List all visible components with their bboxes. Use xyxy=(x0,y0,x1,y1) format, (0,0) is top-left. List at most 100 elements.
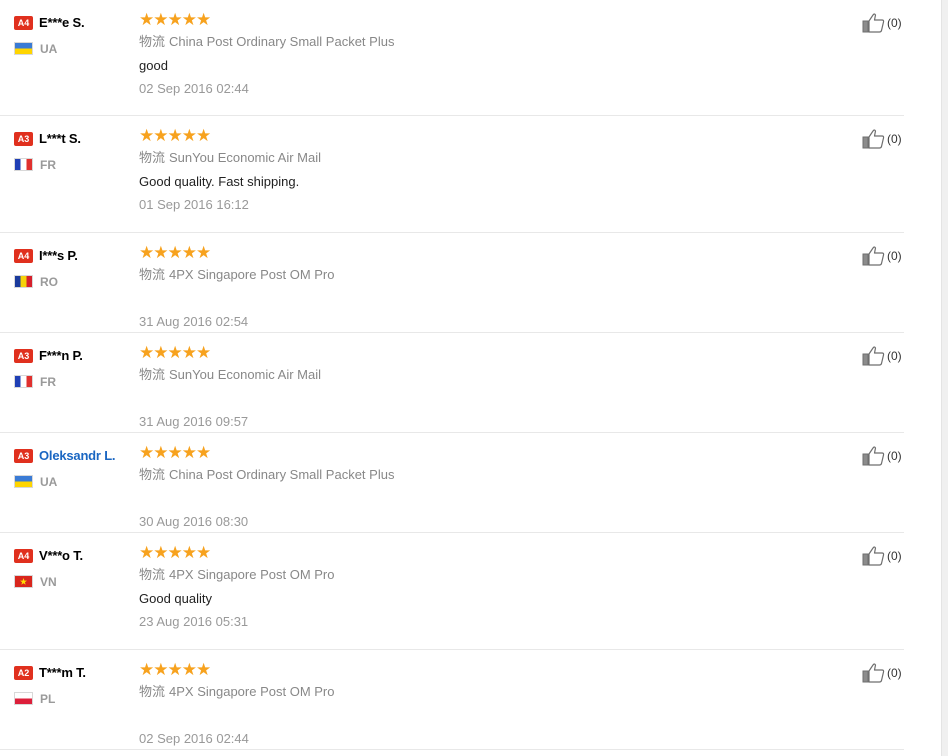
star-icon: ★ xyxy=(181,343,197,363)
thumbs-up-icon[interactable] xyxy=(862,345,886,367)
review-item: A4 I***s P. RO ★★★★★ 物流 4PX Singapore Post… xyxy=(0,233,904,333)
feedback-list: A4 E***e S. UA ★★★★★ 物流 China Post Ordinar… xyxy=(0,0,948,756)
review-item: A3 Oleksandr L. UA ★★★★★ 物流 China Post Ord… xyxy=(0,433,904,533)
country-code: RO xyxy=(40,274,58,289)
review-comment: Good quality xyxy=(139,591,212,606)
logistics-label: 物流 xyxy=(139,267,166,282)
review-content: ★★★★★ 物流 China Post Ordinary Small Packet… xyxy=(139,11,739,97)
star-icon: ★ xyxy=(196,443,212,463)
review-date: 31 Aug 2016 02:54 xyxy=(139,314,249,329)
star-icon: ★ xyxy=(181,243,197,263)
logistics-info: 物流 SunYou Economic Air Mail xyxy=(139,150,739,166)
helpful-count: (0) xyxy=(887,666,902,680)
helpful-button[interactable]: (0) xyxy=(862,128,902,150)
star-icon: ★ xyxy=(181,543,197,563)
buyer-name: I***s P. xyxy=(39,248,78,264)
buyer-info: A3 L***t S. FR xyxy=(14,130,134,172)
review-item: A4 E***e S. UA ★★★★★ 物流 China Post Ordinar… xyxy=(0,0,904,116)
logistics-method: SunYou Economic Air Mail xyxy=(169,150,322,165)
country-code: FR xyxy=(40,157,56,172)
star-icon: ★ xyxy=(139,243,155,263)
thumbs-up-icon[interactable] xyxy=(862,662,886,684)
helpful-count: (0) xyxy=(887,449,902,463)
review-content: ★★★★★ 物流 SunYou Economic Air Mail Good qu… xyxy=(139,127,739,213)
buyer-name[interactable]: Oleksandr L. xyxy=(39,448,116,463)
review-content: ★★★★★ 物流 SunYou Economic Air Mail 31 Aug … xyxy=(139,344,739,430)
star-icon: ★ xyxy=(139,343,155,363)
logistics-method: 4PX Singapore Post OM Pro xyxy=(169,267,335,282)
review-date: 31 Aug 2016 09:57 xyxy=(139,414,249,429)
country-code: UA xyxy=(40,474,58,489)
star-rating: ★★★★★ xyxy=(139,544,739,562)
logistics-method: 4PX Singapore Post OM Pro xyxy=(169,567,335,582)
logistics-info: 物流 4PX Singapore Post OM Pro xyxy=(139,267,739,283)
country-code: UA xyxy=(40,41,58,56)
buyer-level-badge: A4 xyxy=(14,15,33,30)
star-icon: ★ xyxy=(181,126,197,146)
review-item: A3 F***n P. FR ★★★★★ 物流 SunYou Economic Ai… xyxy=(0,333,904,433)
star-icon: ★ xyxy=(196,543,212,563)
flag-ua-icon xyxy=(14,475,33,489)
star-icon: ★ xyxy=(167,243,183,263)
buyer-level-badge: A4 xyxy=(14,548,33,563)
star-icon: ★ xyxy=(153,660,169,680)
flag-ro-icon xyxy=(14,275,33,289)
buyer-name: V***o T. xyxy=(39,548,83,564)
logistics-method: China Post Ordinary Small Packet Plus xyxy=(169,467,395,482)
star-rating: ★★★★★ xyxy=(139,661,739,679)
star-icon: ★ xyxy=(196,10,212,30)
flag-fr-icon xyxy=(14,375,33,389)
helpful-button[interactable]: (0) xyxy=(862,245,902,267)
helpful-button[interactable]: (0) xyxy=(862,545,902,567)
logistics-info: 物流 4PX Singapore Post OM Pro xyxy=(139,567,739,583)
logistics-label: 物流 xyxy=(139,367,166,382)
helpful-count: (0) xyxy=(887,349,902,363)
helpful-count: (0) xyxy=(887,132,902,146)
logistics-label: 物流 xyxy=(139,567,166,582)
star-rating: ★★★★★ xyxy=(139,11,739,29)
star-icon: ★ xyxy=(139,126,155,146)
helpful-button[interactable]: (0) xyxy=(862,345,902,367)
logistics-method: SunYou Economic Air Mail xyxy=(169,367,322,382)
star-rating: ★★★★★ xyxy=(139,444,739,462)
thumbs-up-icon[interactable] xyxy=(862,245,886,267)
star-rating: ★★★★★ xyxy=(139,244,739,262)
buyer-info: A4 I***s P. RO xyxy=(14,247,134,289)
buyer-name: T***m T. xyxy=(39,665,86,681)
thumbs-up-icon[interactable] xyxy=(862,128,886,150)
thumbs-up-icon[interactable] xyxy=(862,445,886,467)
star-icon: ★ xyxy=(196,243,212,263)
star-icon: ★ xyxy=(139,10,155,30)
buyer-level-badge: A2 xyxy=(14,665,33,680)
buyer-info: A2 T***m T. PL xyxy=(14,664,134,706)
review-content: ★★★★★ 物流 4PX Singapore Post OM Pro 02 Sep… xyxy=(139,661,739,747)
star-icon: ★ xyxy=(167,543,183,563)
review-date: 23 Aug 2016 05:31 xyxy=(139,614,249,629)
star-icon: ★ xyxy=(196,343,212,363)
logistics-label: 物流 xyxy=(139,34,166,49)
star-icon: ★ xyxy=(167,443,183,463)
review-date: 30 Aug 2016 08:30 xyxy=(139,514,249,529)
country-code: PL xyxy=(40,691,56,706)
thumbs-up-icon[interactable] xyxy=(862,545,886,567)
thumbs-up-icon[interactable] xyxy=(862,12,886,34)
helpful-button[interactable]: (0) xyxy=(862,662,902,684)
buyer-name: L***t S. xyxy=(39,131,81,147)
review-content: ★★★★★ 物流 4PX Singapore Post OM Pro Good q… xyxy=(139,544,739,630)
star-icon: ★ xyxy=(181,10,197,30)
logistics-info: 物流 SunYou Economic Air Mail xyxy=(139,367,739,383)
helpful-button[interactable]: (0) xyxy=(862,445,902,467)
review-content: ★★★★★ 物流 4PX Singapore Post OM Pro 31 Aug… xyxy=(139,244,739,330)
scrollbar[interactable] xyxy=(941,0,948,756)
flag-ua-icon xyxy=(14,42,33,56)
star-icon: ★ xyxy=(153,343,169,363)
flag-pl-icon xyxy=(14,692,33,706)
star-icon: ★ xyxy=(167,660,183,680)
buyer-level-badge: A3 xyxy=(14,448,33,463)
flag-vn-icon xyxy=(14,575,33,589)
buyer-info: A4 E***e S. UA xyxy=(14,14,134,56)
star-icon: ★ xyxy=(153,543,169,563)
star-icon: ★ xyxy=(167,10,183,30)
helpful-button[interactable]: (0) xyxy=(862,12,902,34)
logistics-method: 4PX Singapore Post OM Pro xyxy=(169,684,335,699)
